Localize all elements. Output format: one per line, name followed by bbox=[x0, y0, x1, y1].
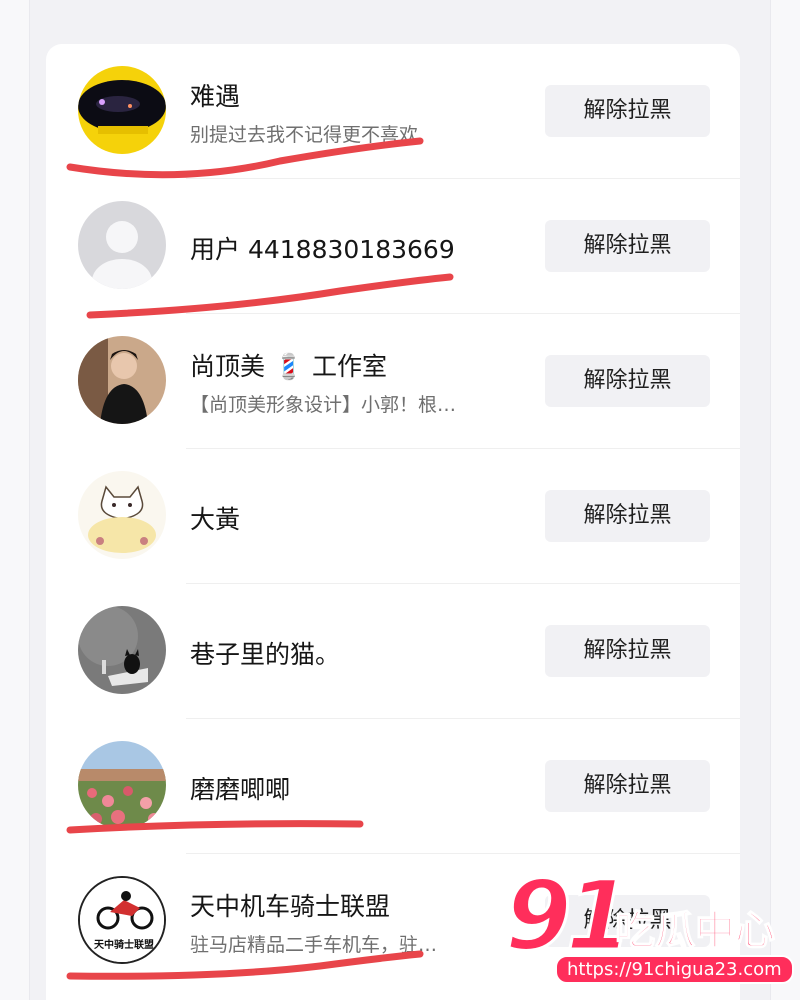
user-name: 天中机车骑士联盟 bbox=[190, 892, 391, 921]
user-name: 难遇 bbox=[190, 82, 241, 111]
unblock-button[interactable]: 解除拉黑 bbox=[545, 625, 710, 677]
user-name: 巷子里的猫。 bbox=[190, 640, 341, 669]
person-photo-avatar-icon[interactable] bbox=[78, 336, 166, 424]
user-bio: 【尚顶美形象设计】小郭！根… bbox=[190, 394, 457, 416]
default-user-avatar-icon[interactable] bbox=[78, 201, 166, 289]
user-name: 尚顶美 💈 工作室 bbox=[190, 352, 388, 381]
list-item: 尚顶美 💈 工作室 【尚顶美形象设计】小郭！根… 解除拉黑 bbox=[46, 314, 740, 449]
watermark-brand: 吃瓜中心 bbox=[614, 907, 776, 955]
list-item: 巷子里的猫。 解除拉黑 bbox=[46, 584, 740, 719]
page-edge-right bbox=[770, 0, 800, 1000]
unblock-button[interactable]: 解除拉黑 bbox=[545, 355, 710, 407]
avatar-logo-text: 天中骑士联盟 bbox=[94, 938, 154, 951]
cartoon-cat-avatar-icon[interactable] bbox=[78, 471, 166, 559]
user-bio: 别提过去我不记得更不喜欢 bbox=[190, 124, 419, 146]
list-item: 磨磨唧唧 解除拉黑 bbox=[46, 719, 740, 854]
user-name: 大黃 bbox=[190, 505, 241, 534]
watermark-url: https://91chigua23.com bbox=[555, 955, 794, 984]
unblock-button[interactable]: 解除拉黑 bbox=[545, 490, 710, 542]
list-item: 用户 4418830183669 解除拉黑 bbox=[46, 179, 740, 314]
black-cat-avatar-icon[interactable] bbox=[78, 606, 166, 694]
night-car-avatar-icon[interactable] bbox=[78, 66, 166, 154]
user-name: 磨磨唧唧 bbox=[190, 775, 291, 804]
unblock-button[interactable]: 解除拉黑 bbox=[545, 85, 710, 137]
page-edge-left bbox=[0, 0, 30, 1000]
flower-field-avatar-icon[interactable] bbox=[78, 741, 166, 829]
blocked-users-list: 难遇 别提过去我不记得更不喜欢 解除拉黑 用户 4418830183669 解除… bbox=[46, 44, 740, 1000]
watermark-logo: 91 吃瓜中心 https://91chigua23.com bbox=[504, 859, 795, 990]
unblock-button[interactable]: 解除拉黑 bbox=[545, 760, 710, 812]
user-bio: 驻马店精品二手车机车，驻… bbox=[190, 934, 438, 956]
motorcycle-logo-avatar-icon[interactable]: 天中骑士联盟 bbox=[78, 876, 166, 964]
unblock-button[interactable]: 解除拉黑 bbox=[545, 220, 710, 272]
list-item: 难遇 别提过去我不记得更不喜欢 解除拉黑 bbox=[46, 44, 740, 179]
list-item: 大黃 解除拉黑 bbox=[46, 449, 740, 584]
user-name: 用户 4418830183669 bbox=[190, 235, 455, 264]
